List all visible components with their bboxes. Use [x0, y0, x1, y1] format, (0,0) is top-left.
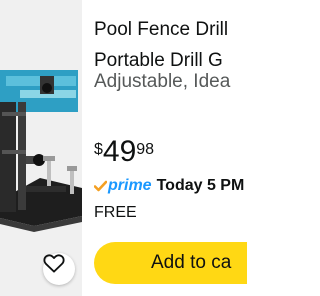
prime-delivery-row: prime Today 5 PM: [94, 177, 244, 195]
add-to-cart-label: Add to ca: [151, 252, 232, 273]
prime-badge: prime: [94, 177, 152, 195]
prime-check-icon: [94, 180, 107, 192]
product-title[interactable]: Pool Fence Drill Portable Drill G: [94, 17, 247, 71]
product-title-line-2[interactable]: Portable Drill G: [94, 50, 223, 71]
price-whole: 49: [102, 135, 137, 168]
favorite-button[interactable]: [43, 253, 75, 285]
product-subtitle: Adjustable, Idea: [94, 71, 231, 92]
product-image[interactable]: [0, 0, 82, 296]
product-price: $4998: [94, 137, 154, 167]
price-currency: $: [94, 141, 103, 158]
add-to-cart-button[interactable]: Add to ca: [94, 242, 247, 284]
heart-outline-icon: [43, 254, 65, 273]
product-card[interactable]: Pool Fence Drill Portable Drill G Adjust…: [0, 0, 247, 296]
shipping-cost: FREE: [94, 204, 137, 221]
drill-guide-illustration: [0, 0, 82, 296]
prime-label: prime: [108, 177, 152, 194]
product-title-line-1[interactable]: Pool Fence Drill: [94, 19, 228, 41]
price-fraction: 98: [136, 141, 155, 158]
delivery-time: Today 5 PM: [156, 177, 245, 194]
